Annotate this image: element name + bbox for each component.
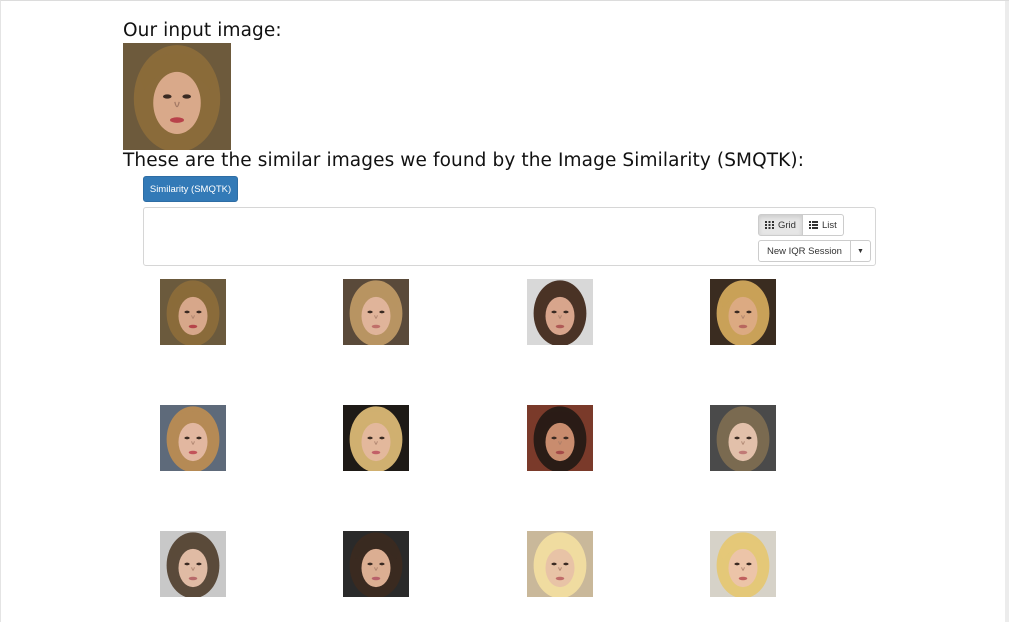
- similarity-smqtk-button[interactable]: Similarity (SMQTK): [143, 176, 238, 202]
- grid-view-button[interactable]: Grid: [758, 214, 803, 236]
- result-image[interactable]: [160, 279, 226, 345]
- results-toolbar-panel: Grid List New IQR Session ▼: [143, 207, 876, 266]
- result-image[interactable]: [527, 405, 593, 471]
- result-image[interactable]: [527, 531, 593, 597]
- result-image[interactable]: [527, 279, 593, 345]
- result-image[interactable]: [160, 531, 226, 597]
- list-view-button[interactable]: List: [802, 214, 844, 236]
- grid-icon: [765, 221, 774, 229]
- result-image[interactable]: [343, 531, 409, 597]
- list-icon: [808, 221, 818, 229]
- result-image[interactable]: [710, 279, 776, 345]
- iqr-session-caret-button[interactable]: ▼: [850, 240, 871, 262]
- input-image: [123, 43, 231, 150]
- page: Our input image: These are the similar i…: [0, 0, 1009, 622]
- caret-down-icon: ▼: [856, 247, 864, 255]
- result-image[interactable]: [160, 405, 226, 471]
- view-toggle-group: Grid List: [758, 214, 844, 236]
- result-image[interactable]: [343, 279, 409, 345]
- iqr-session-dropdown: New IQR Session ▼: [758, 240, 871, 262]
- input-image-heading: Our input image:: [123, 20, 282, 41]
- grid-view-label: Grid: [778, 219, 796, 231]
- scrollbar-track[interactable]: [1005, 1, 1009, 622]
- result-image[interactable]: [343, 405, 409, 471]
- results-heading: These are the similar images we found by…: [123, 150, 805, 171]
- list-view-label: List: [821, 219, 837, 231]
- result-image[interactable]: [710, 531, 776, 597]
- result-image[interactable]: [710, 405, 776, 471]
- new-iqr-session-button[interactable]: New IQR Session: [758, 240, 851, 262]
